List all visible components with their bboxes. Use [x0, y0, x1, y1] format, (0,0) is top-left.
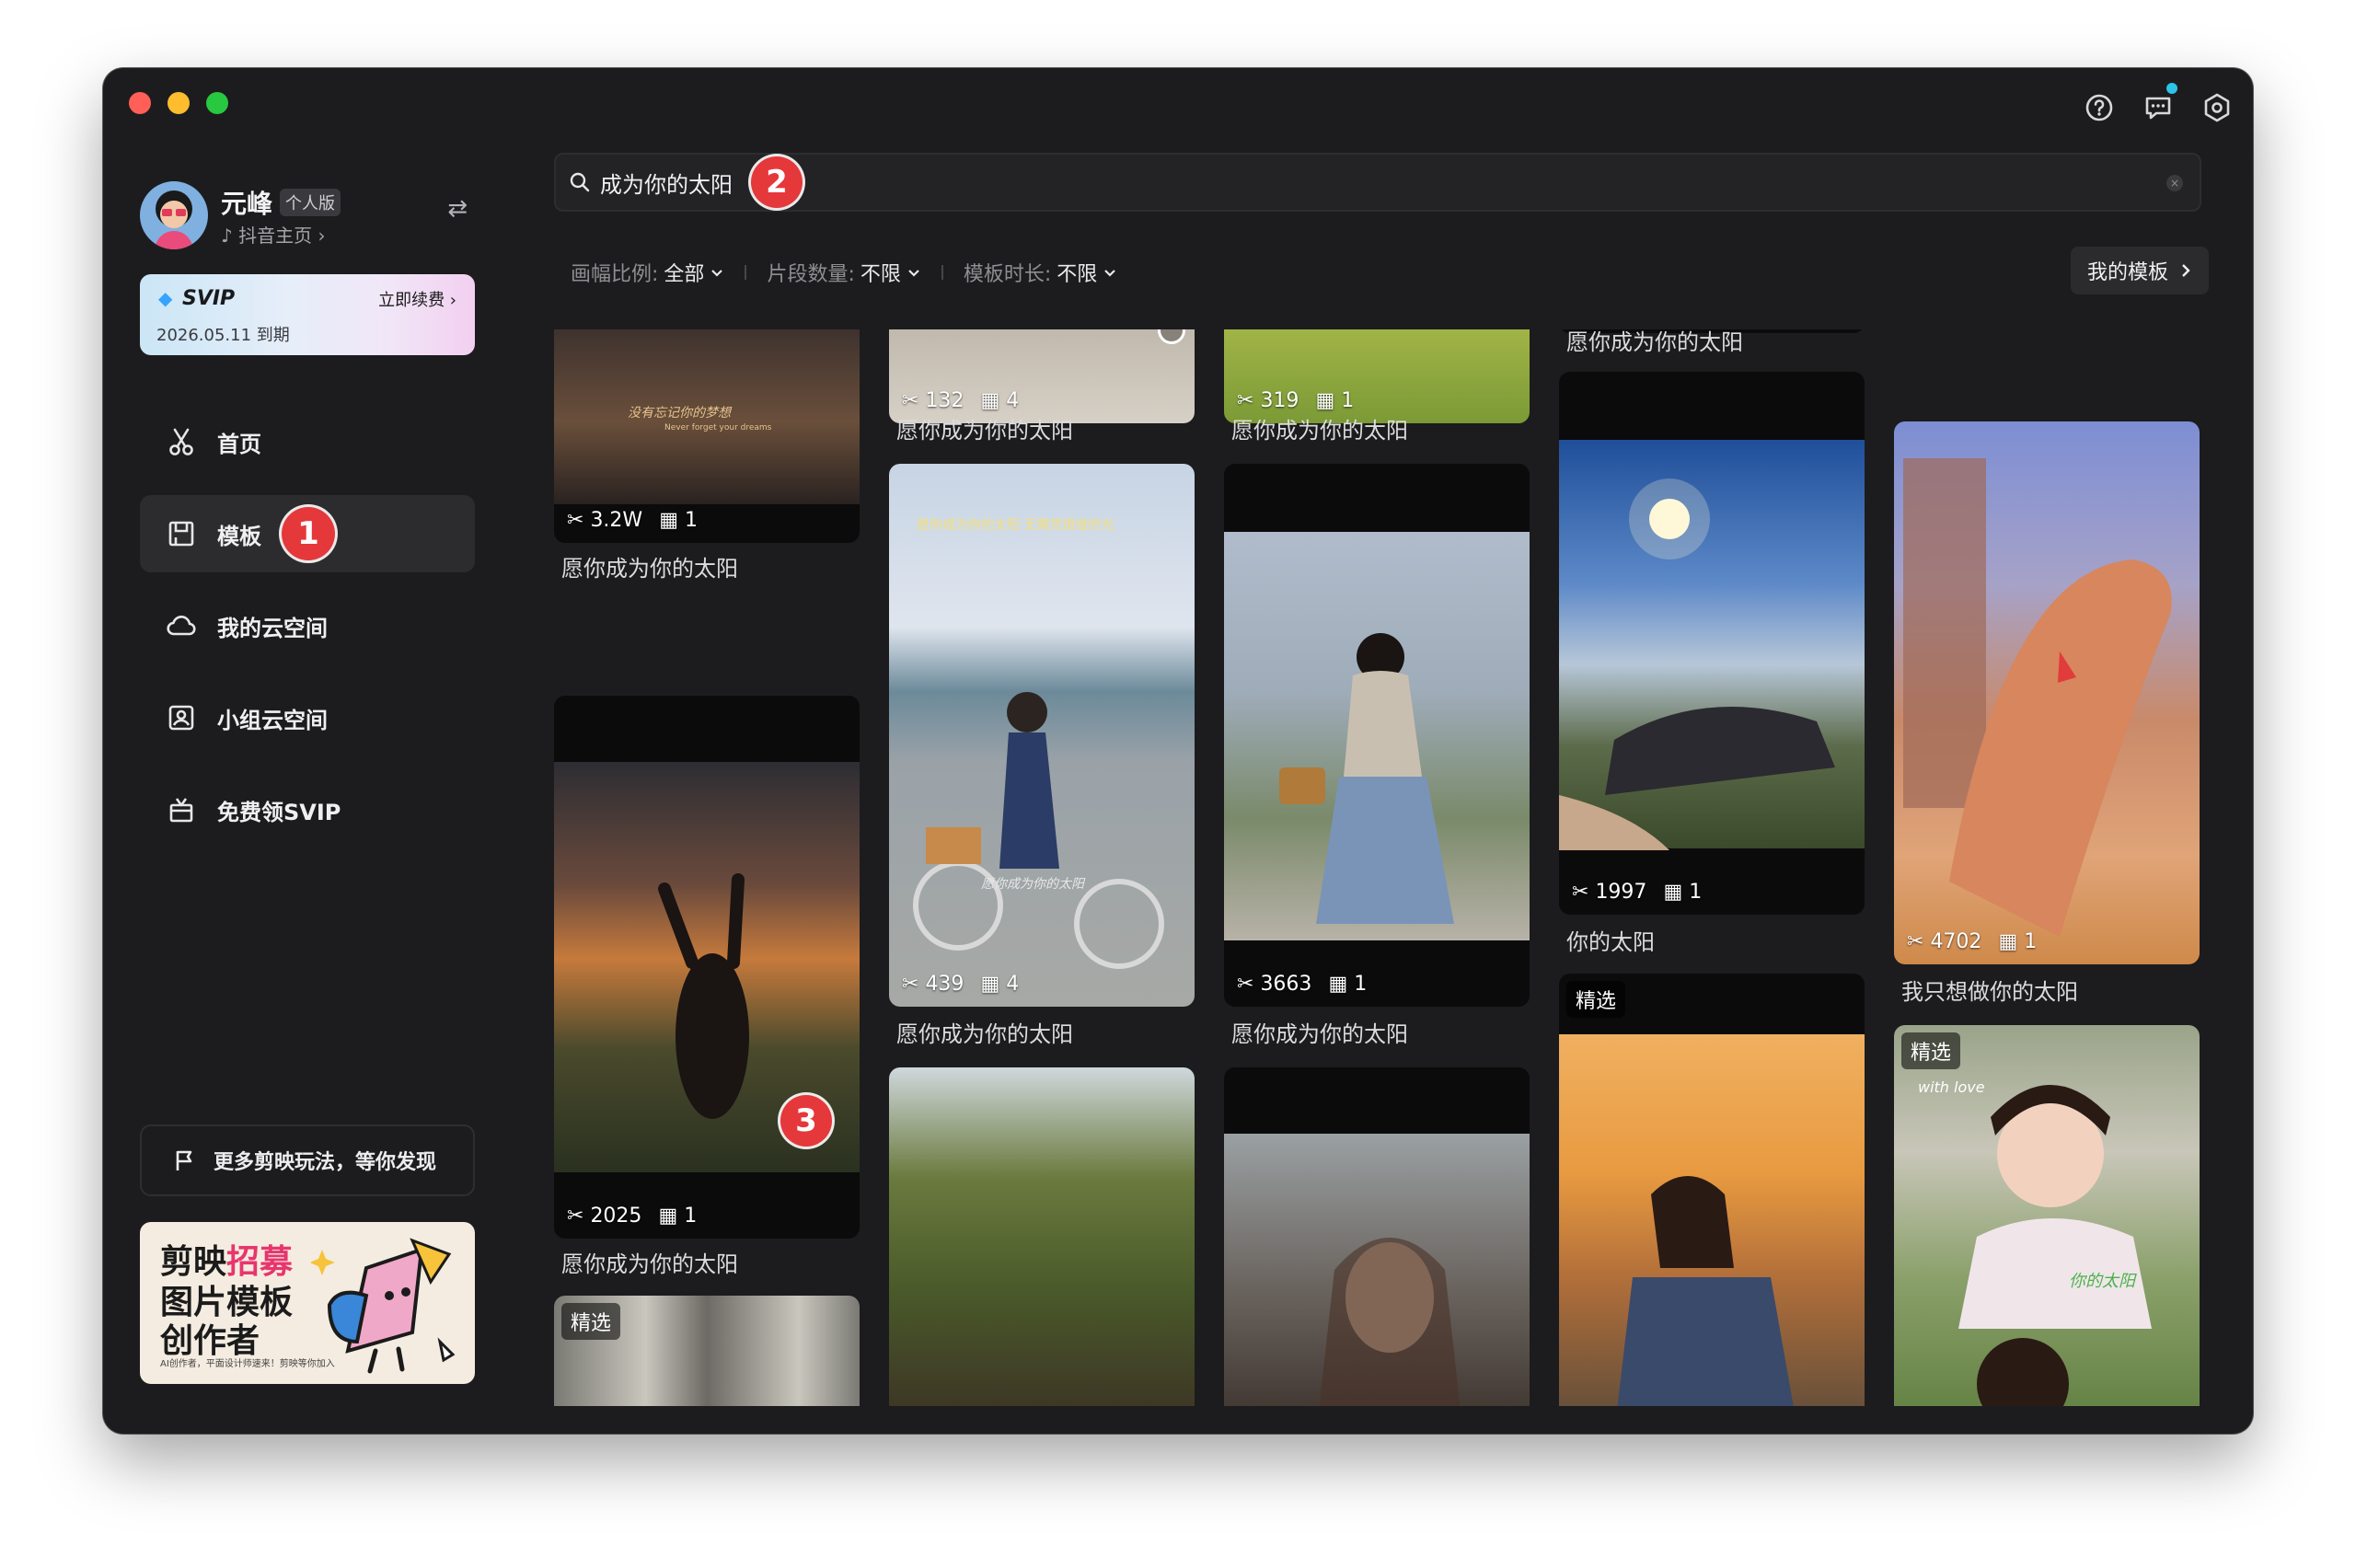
featured-tag: 精选 [1901, 1032, 1961, 1069]
banner-illustration [311, 1238, 456, 1374]
svip-card[interactable]: ◆ SVIP 立即续费 › 2026.05.11 到期 [140, 274, 475, 355]
sidebar-item-cloud-space[interactable]: 我的云空间 [140, 587, 475, 664]
template-card[interactable]: ✂ 3663 ▦ 1 [1224, 464, 1530, 1007]
avatar[interactable] [140, 181, 208, 249]
template-card[interactable]: ✂ 319 ▦ 1 [1224, 329, 1530, 423]
maximize-window-button[interactable] [206, 92, 228, 114]
template-card[interactable] [1224, 1067, 1530, 1406]
user-name-row: 元峰 个人版 [221, 184, 341, 221]
renew-button[interactable]: 立即续费 › [378, 287, 456, 311]
top-right-icons [2084, 83, 2233, 123]
chevron-down-icon [711, 270, 723, 277]
svip-label: SVIP [182, 287, 236, 310]
settings-icon[interactable] [2201, 92, 2233, 123]
douyin-homepage-link[interactable]: ♪ 抖音主页 › [221, 221, 325, 248]
chevron-right-icon [2182, 264, 2190, 277]
template-card[interactable]: ✂ 132 ▦ 4 [889, 329, 1195, 423]
app-window: 元峰 个人版 ♪ 抖音主页 › ⇄ ◆ SVIP 立即续费 › 2026.05.… [103, 68, 2253, 1434]
sidebar-item-label: 免费领SVIP [217, 799, 341, 825]
user-profile[interactable]: 元峰 个人版 ♪ 抖音主页 › ⇄ [140, 179, 475, 252]
card-caption: 你的太阳 [1566, 929, 1655, 955]
diamond-icon: ◆ [158, 287, 173, 309]
template-grid: 没有忘记你的梦想 Never forget your dreams ✂ 3.2W… [554, 329, 2229, 1406]
card-caption: 愿你成为你的太阳 [561, 1251, 738, 1277]
search-bar[interactable]: 成为你的太阳 2 × [554, 153, 2201, 212]
banner-fineprint: AI创作者，平面设计师速来！剪映等你加入 [160, 1359, 335, 1369]
aspect-ratio-value: 全部 [664, 263, 705, 286]
featured-tag: 精选 [1566, 981, 1626, 1018]
template-card[interactable]: 没有忘记你的梦想 Never forget your dreams ✂ 3.2W… [554, 329, 860, 543]
template-card[interactable]: 3 ✂ 2025 ▦ 1 [554, 696, 860, 1239]
sidebar-item-templates[interactable]: 模板 1 [140, 495, 475, 572]
template-card[interactable]: 精选 [1559, 974, 1865, 1406]
card-stats: ✂ 4702 ▦ 1 [1907, 930, 2038, 953]
search-input[interactable]: 成为你的太阳 [600, 167, 733, 199]
template-card[interactable]: ✂ 4702 ▦ 1 [1894, 421, 2200, 964]
sidebar-item-label: 模板 [217, 523, 261, 549]
template-card[interactable]: 愿你成为你的太阳 无需凭借谁的光 愿你成为你的太阳 ✂ 439 ▦ 4 [889, 464, 1195, 1007]
window-controls [129, 92, 228, 114]
sidebar-item-label: 小组云空间 [217, 707, 328, 733]
notification-dot [2166, 83, 2177, 94]
card-stats: ✂ 3.2W ▦ 1 [567, 509, 698, 532]
chevron-down-icon [1104, 270, 1116, 277]
sidebar-item-home[interactable]: 首页 [140, 403, 475, 480]
recruit-banner[interactable]: 剪映招募 图片模板 创作者 AI创作者，平面设计师速来！剪映等你加入 [140, 1222, 475, 1384]
sidebar: 元峰 个人版 ♪ 抖音主页 › ⇄ ◆ SVIP 立即续费 › 2026.05.… [140, 179, 475, 1421]
svip-expiry: 2026.05.11 到期 [156, 326, 290, 345]
gift-icon [169, 798, 193, 823]
card-caption: 愿你成为你的太阳 [561, 556, 738, 582]
card-caption: 愿你成为你的太阳 [1231, 1021, 1408, 1047]
step-marker-1: 1 [282, 507, 335, 560]
clip-count-filter[interactable]: 片段数量: 不限 [767, 258, 920, 287]
more-features-label: 更多剪映玩法，等你发现 [214, 1151, 437, 1174]
help-icon[interactable] [2084, 92, 2115, 123]
template-card[interactable]: with love 你的太阳 精选 [1894, 1025, 2200, 1406]
card-stats: ✂ 132 ▦ 4 [902, 389, 1020, 412]
card-stats: ✂ 319 ▦ 1 [1237, 389, 1355, 412]
card-stats: ✂ 1997 ▦ 1 [1572, 881, 1703, 904]
sidebar-item-group-cloud[interactable]: 小组云空间 [140, 679, 475, 756]
card-stats: ✂ 3663 ▦ 1 [1237, 973, 1368, 996]
featured-tag: 精选 [561, 1303, 621, 1340]
template-card[interactable]: ✂ 1997 ▦ 1 [1559, 372, 1865, 915]
card-stats: ✂ 439 ▦ 4 [902, 973, 1020, 996]
aspect-ratio-filter[interactable]: 画幅比例: 全部 [571, 258, 724, 287]
chevron-down-icon [908, 270, 919, 277]
sidebar-item-label: 我的云空间 [217, 615, 328, 641]
search-icon [570, 172, 590, 192]
filter-bar: 画幅比例: 全部 片段数量: 不限 模板时长: 不限 [571, 258, 1117, 287]
template-icon [168, 521, 194, 547]
step-marker-2: 2 [751, 156, 803, 208]
card-caption: 愿你成为你的太阳 [1566, 329, 1743, 355]
cloud-icon [167, 616, 196, 636]
edition-badge: 个人版 [280, 189, 341, 216]
card-caption: 愿你成为你的太阳 [896, 418, 1073, 444]
card-caption: 愿你成为你的太阳 [1231, 418, 1408, 444]
group-cloud-icon [168, 705, 194, 731]
sidebar-nav: 首页 模板 1 我的云空间 小组云空间 免费领SVIP [140, 403, 475, 848]
template-card[interactable]: 精选 [554, 1296, 860, 1406]
close-window-button[interactable] [129, 92, 151, 114]
switch-account-icon[interactable]: ⇄ [447, 195, 468, 223]
sidebar-item-label: 首页 [217, 431, 261, 457]
scissors-icon [169, 428, 193, 455]
clip-count-value: 不限 [860, 263, 901, 286]
minimize-window-button[interactable] [167, 92, 190, 114]
step-marker-3: 3 [780, 1095, 832, 1147]
message-icon[interactable] [2142, 83, 2177, 123]
duration-value: 不限 [1057, 263, 1098, 286]
template-card[interactable] [889, 1067, 1195, 1406]
more-features-button[interactable]: 更多剪映玩法，等你发现 [140, 1124, 475, 1196]
card-caption: 愿你成为你的太阳 [896, 1021, 1073, 1047]
duration-filter[interactable]: 模板时长: 不限 [964, 258, 1117, 287]
sidebar-item-free-svip[interactable]: 免费领SVIP [140, 771, 475, 848]
card-stats: ✂ 2025 ▦ 1 [567, 1205, 698, 1228]
user-name: 元峰 [221, 189, 273, 219]
clear-search-button[interactable]: × [2166, 175, 2183, 191]
card-caption: 我只想做你的太阳 [1901, 979, 2078, 1005]
my-templates-button[interactable]: 我的模板 [2070, 247, 2209, 294]
flag-icon [176, 1150, 192, 1170]
